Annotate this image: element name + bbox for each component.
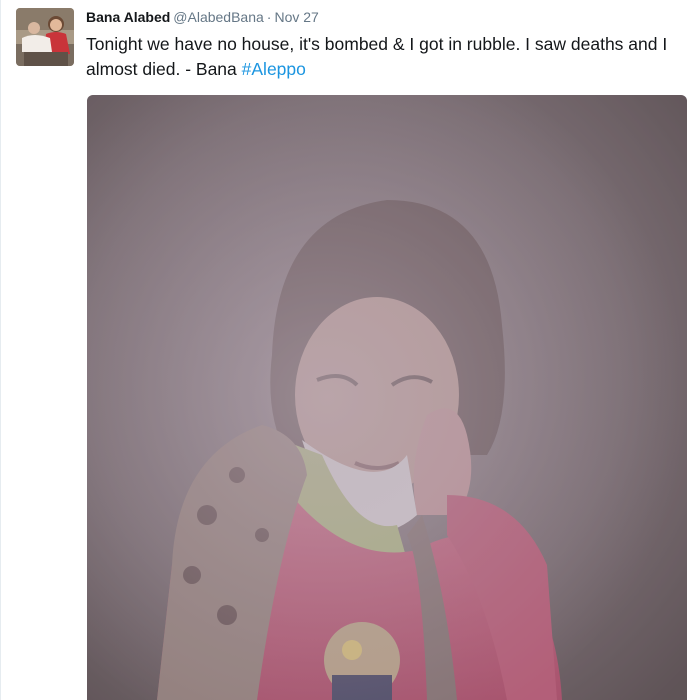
divider <box>0 0 1 700</box>
avatar[interactable] <box>16 8 74 66</box>
tweet-body: Tonight we have no house, it's bombed & … <box>86 34 668 79</box>
separator: · <box>266 9 272 25</box>
avatar-image <box>16 8 74 66</box>
tweet-date[interactable]: Nov 27 <box>274 9 318 25</box>
author-name[interactable]: Bana Alabed <box>86 9 170 25</box>
photo-image <box>87 95 687 700</box>
hashtag-link[interactable]: #Aleppo <box>242 59 306 79</box>
author-handle[interactable]: @AlabedBana <box>173 9 264 25</box>
tweet[interactable]: Bana Alabed @AlabedBana · Nov 27 Tonight we… <box>0 0 700 700</box>
tweet-header: Bana Alabed @AlabedBana · Nov 27 <box>86 7 319 27</box>
tweet-text: Tonight we have no house, it's bombed & … <box>86 32 686 82</box>
tweet-media-photo[interactable] <box>87 95 687 700</box>
